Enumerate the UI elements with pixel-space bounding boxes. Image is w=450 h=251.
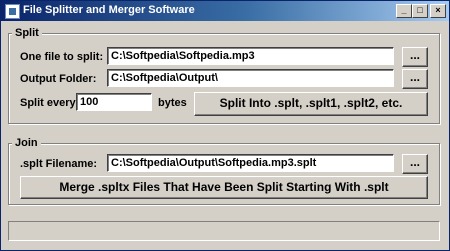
split-group-label: Split <box>12 27 42 39</box>
status-bar <box>8 221 440 241</box>
window-title: File Splitter and Merger Software <box>23 4 195 16</box>
app-icon <box>5 4 20 19</box>
splt-filename-label: .splt Filename: <box>20 158 98 170</box>
browse-output-button[interactable]: ... <box>402 69 428 89</box>
file-to-split-input[interactable]: C:\Softpedia\Softpedia.mp3 <box>107 47 394 65</box>
minimize-button[interactable]: _ <box>396 4 412 18</box>
file-to-split-label: One file to split: <box>20 51 104 63</box>
title-bar: File Splitter and Merger Software _ □ × <box>1 1 449 21</box>
bytes-label: bytes <box>158 97 187 109</box>
close-button[interactable]: × <box>430 4 446 18</box>
split-size-input[interactable]: 100 <box>76 93 152 111</box>
merge-button[interactable]: Merge .spltx Files That Have Been Split … <box>20 176 428 199</box>
splt-filename-input[interactable]: C:\Softpedia\Output\Softpedia.mp3.splt <box>107 154 394 172</box>
browse-file-button[interactable]: ... <box>402 47 428 67</box>
output-folder-label: Output Folder: <box>20 73 97 85</box>
split-every-label: Split every <box>20 97 76 109</box>
browse-splt-button[interactable]: ... <box>402 154 428 174</box>
split-button[interactable]: Split Into .splt, .splt1, .splt2, etc. <box>194 92 428 116</box>
maximize-button[interactable]: □ <box>412 4 428 18</box>
join-group-label: Join <box>12 137 41 149</box>
output-folder-input[interactable]: C:\Softpedia\Output\ <box>107 69 394 87</box>
